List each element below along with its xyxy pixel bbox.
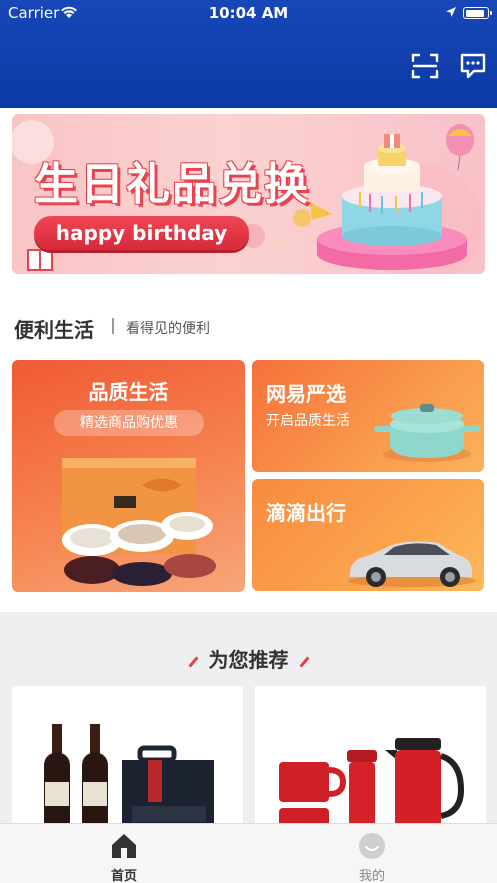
slash-decoration — [187, 655, 199, 668]
banner-title: 生日礼品兑换 — [34, 159, 310, 210]
app-header: Carrier 10:04 AM — [0, 0, 497, 108]
location-arrow-icon — [446, 7, 456, 17]
slash-decoration — [298, 655, 310, 668]
section-title: 便利生活 — [14, 318, 94, 342]
tab-label: 我的 — [358, 869, 385, 883]
status-bar: Carrier 10:04 AM — [0, 0, 497, 26]
status-time: 10:04 AM — [208, 4, 289, 22]
tab-mine[interactable]: 我的 — [248, 824, 496, 883]
recommend-title: 为您推荐 — [208, 648, 289, 672]
section-subtitle: 看得见的便利 — [126, 321, 210, 337]
tab-label: 首页 — [110, 869, 137, 883]
scan-icon[interactable] — [410, 52, 440, 80]
tab-home[interactable]: 首页 — [0, 824, 248, 883]
food-box-illustration — [62, 458, 216, 586]
recommend-header: 为您推荐 — [0, 644, 497, 673]
home-icon — [112, 834, 136, 858]
cooking-pot-illustration — [374, 404, 480, 462]
convenience-section: 便利生活 看得见的便利 品质生活 精选商品购优惠 网易严选 开启品质生活 滴滴出… — [0, 286, 497, 612]
profile-icon — [359, 833, 385, 859]
banner-section: 生日礼品兑换 happy birthday — [0, 108, 497, 286]
quality-life-card[interactable]: 品质生活 精选商品购优惠 — [12, 360, 245, 592]
battery-icon — [463, 7, 492, 19]
tab-bar: 首页 我的 — [0, 823, 497, 883]
netease-yanxuan-card[interactable]: 网易严选 开启品质生活 — [252, 360, 484, 472]
title-divider — [112, 318, 114, 334]
didi-travel-card[interactable]: 滴滴出行 — [252, 479, 484, 591]
birthday-banner[interactable]: 生日礼品兑换 happy birthday — [12, 114, 485, 274]
car-illustration — [348, 541, 476, 587]
banner-pill: happy birthday — [34, 216, 249, 250]
message-icon[interactable] — [458, 52, 488, 80]
